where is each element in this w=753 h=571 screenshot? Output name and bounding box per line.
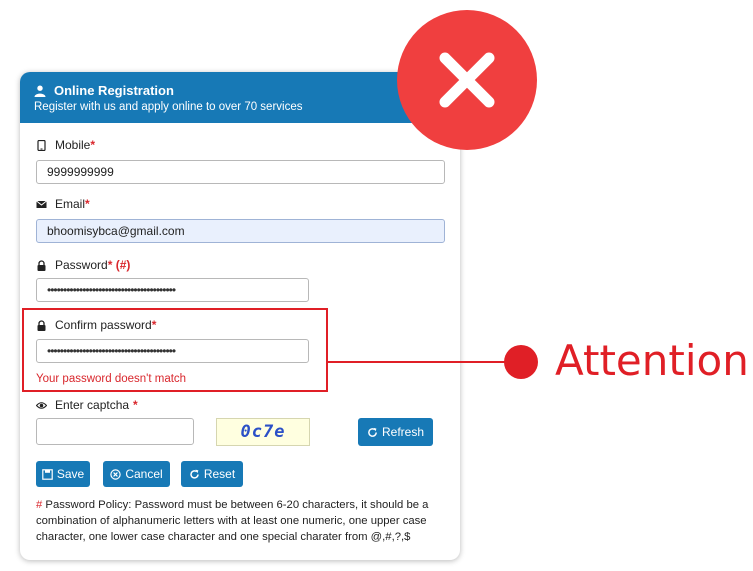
refresh-captcha-button[interactable]: Refresh: [358, 418, 433, 446]
email-input[interactable]: bhoomisybca@gmail.com: [36, 219, 445, 243]
attention-callout: Attention: [555, 336, 749, 385]
card-header: Online Registration Register with us and…: [20, 72, 460, 123]
mobile-phone-icon: [37, 139, 46, 151]
error-highlight-box: [22, 308, 328, 392]
captcha-image: 0c7e: [216, 418, 310, 446]
user-icon: [34, 85, 46, 97]
refresh-icon: [368, 427, 377, 437]
envelope-icon: [36, 200, 47, 208]
error-badge: [397, 10, 537, 150]
lock-icon: [37, 259, 46, 271]
rotate-icon: [190, 469, 199, 479]
reset-button[interactable]: Reset: [181, 461, 243, 487]
annotation-pointer-dot: [504, 345, 538, 379]
password-policy: # Password Policy: Password must be betw…: [36, 499, 429, 543]
mobile-input[interactable]: 9999999999: [36, 160, 445, 184]
password-input[interactable]: ••••••••••••••••••••••••••••••••••••••••: [36, 278, 309, 302]
captcha-input[interactable]: [36, 418, 194, 445]
eye-icon: [36, 401, 47, 409]
page-subtitle: Register with us and apply online to ove…: [34, 101, 303, 113]
email-label: Email *: [36, 197, 90, 211]
mobile-label: Mobile *: [36, 138, 95, 152]
floppy-disk-icon: [42, 468, 53, 480]
password-label: Password * (#): [36, 258, 130, 272]
close-icon: [439, 52, 495, 108]
page-title: Online Registration: [54, 83, 174, 98]
cancel-button[interactable]: Cancel: [103, 461, 170, 487]
captcha-label: Enter captcha *: [36, 398, 138, 412]
annotation-pointer-line: [328, 361, 526, 363]
circle-x-icon: [110, 468, 122, 480]
save-button[interactable]: Save: [36, 461, 90, 487]
